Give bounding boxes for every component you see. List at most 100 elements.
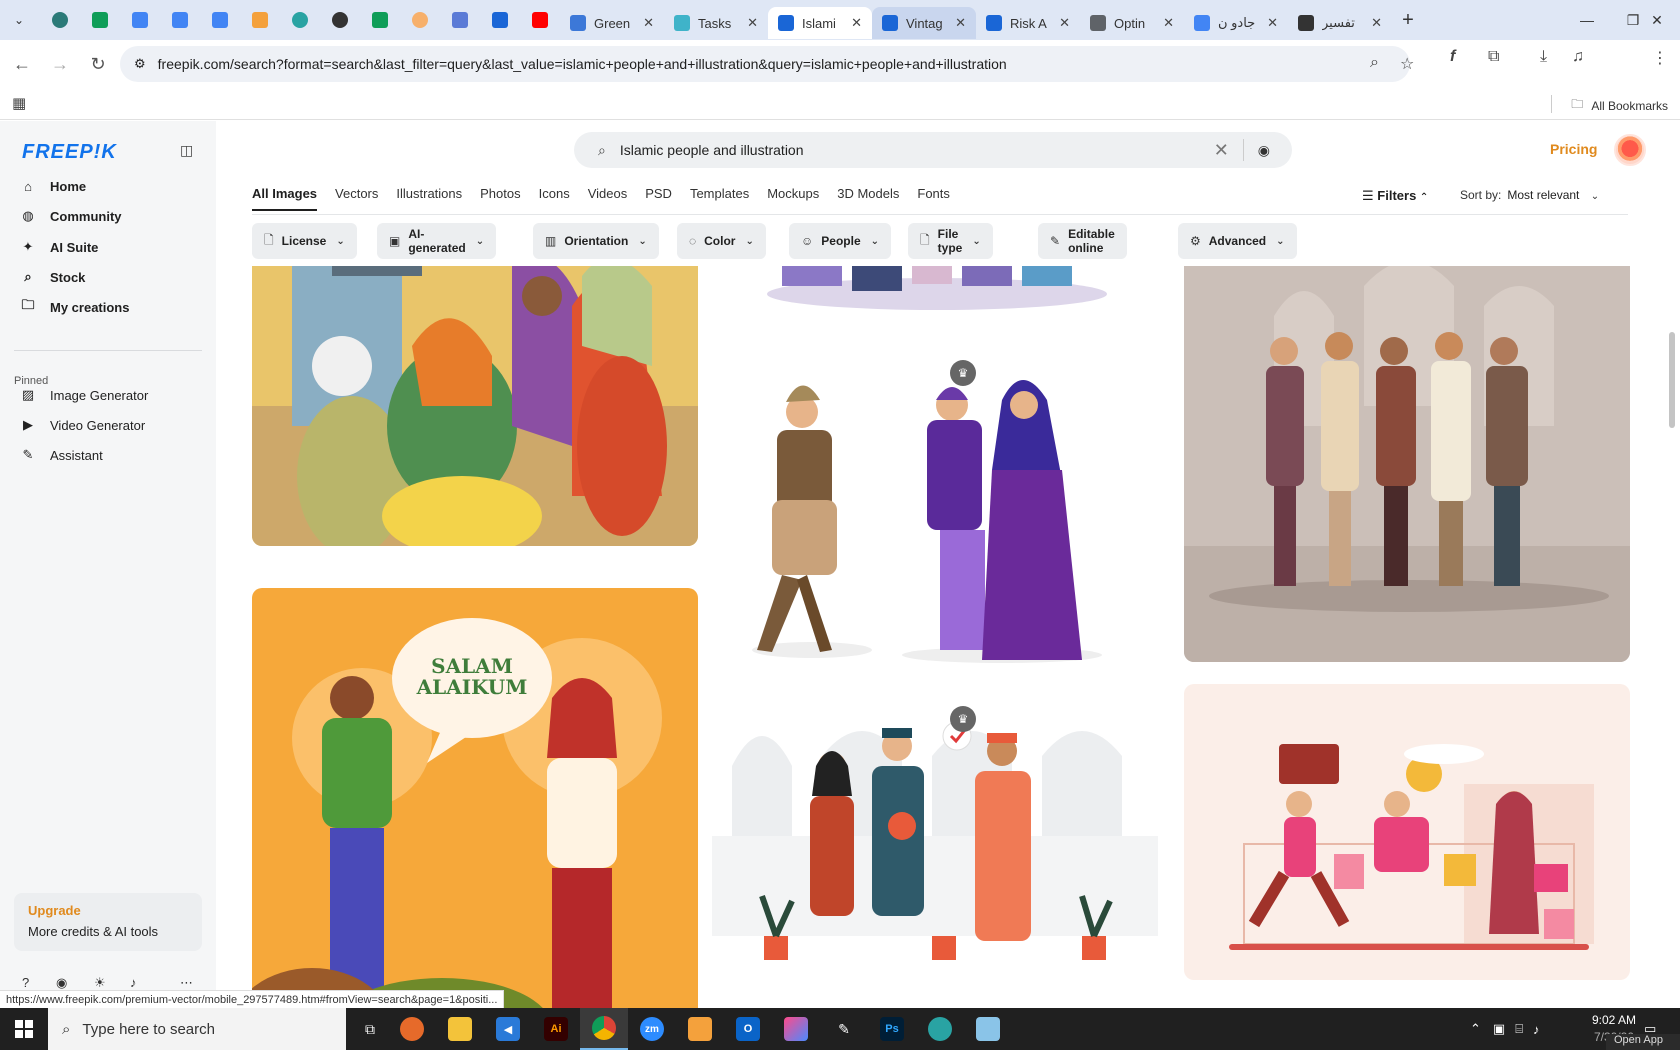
media-control-icon[interactable]: ♫: [1572, 48, 1584, 66]
pinned-tab[interactable]: [80, 0, 120, 40]
tab-photos[interactable]: Photos: [480, 186, 520, 211]
task-view-button[interactable]: ⧉: [346, 1008, 394, 1050]
image-card[interactable]: [252, 266, 698, 546]
pinned-tab[interactable]: [400, 0, 440, 40]
taskbar-vscode[interactable]: ◀: [484, 1008, 532, 1050]
close-tab-icon[interactable]: ✕: [1371, 15, 1382, 31]
close-tab-icon[interactable]: ✕: [1163, 15, 1174, 31]
filter-chip-advanced[interactable]: ⚙ Advanced ⌄: [1178, 223, 1297, 259]
pinned-tab[interactable]: [240, 0, 280, 40]
filter-chip-ai-generated[interactable]: ▣ AI-generated ⌄: [377, 223, 497, 259]
omnibox[interactable]: ⚙ freepik.com/search?format=search&last_…: [120, 46, 1414, 82]
close-tab-icon[interactable]: ✕: [643, 15, 654, 31]
image-card[interactable]: ♛: [712, 706, 1158, 1006]
sidebar-item-my-creations[interactable]: 🗀 My creations: [20, 295, 129, 319]
pinned-tab[interactable]: [200, 0, 240, 40]
sidebar-item-stock[interactable]: ⌕ Stock: [20, 265, 85, 289]
tab-3d-models[interactable]: 3D Models: [837, 186, 899, 211]
taskbar-app[interactable]: [964, 1008, 1012, 1050]
filter-chip-color[interactable]: ◌ Color ⌄: [677, 223, 766, 259]
image-card[interactable]: [1184, 684, 1630, 980]
close-window-button[interactable]: ✕: [1634, 0, 1680, 40]
filter-chip-license[interactable]: 🗋 License ⌄: [252, 223, 357, 259]
discord-icon[interactable]: ◉: [56, 975, 67, 991]
pinned-tab[interactable]: [160, 0, 200, 40]
zoom-icon[interactable]: ⌕: [1370, 54, 1379, 72]
tab-all-images[interactable]: All Images: [252, 186, 318, 211]
browser-tab[interactable]: جادو ن ✕: [1184, 7, 1288, 39]
start-button[interactable]: [0, 1008, 48, 1050]
browser-tab[interactable]: Optin ✕: [1080, 7, 1184, 39]
tab-templates[interactable]: Templates: [690, 186, 749, 211]
upgrade-card[interactable]: Upgrade More credits & AI tools: [14, 893, 202, 951]
minimize-button[interactable]: —: [1564, 0, 1610, 40]
browser-tab[interactable]: Green ✕: [560, 7, 664, 39]
image-card[interactable]: [712, 266, 1158, 316]
new-tab-button[interactable]: +: [1392, 9, 1424, 32]
show-hidden-icons-icon[interactable]: ⌃: [1470, 1021, 1481, 1037]
pinned-tab[interactable]: [40, 0, 80, 40]
user-avatar[interactable]: [1614, 134, 1646, 166]
image-card[interactable]: SALAM ALAIKUM: [252, 588, 698, 1008]
all-bookmarks-button[interactable]: 🗀 All Bookmarks: [1571, 95, 1668, 116]
close-tab-icon[interactable]: ✕: [1267, 15, 1278, 31]
reload-button[interactable]: ↻: [82, 48, 114, 80]
volume-icon[interactable]: ♪: [1533, 1022, 1540, 1037]
filter-chip-file-type[interactable]: 🗋 File type ⌄: [908, 223, 993, 259]
pinned-tab[interactable]: [320, 0, 360, 40]
sidebar-pinned-video-generator[interactable]: ▶ Video Generator: [20, 413, 145, 437]
theme-icon[interactable]: ☀: [94, 975, 106, 991]
pinned-tab[interactable]: [440, 0, 480, 40]
close-tab-icon[interactable]: ✕: [955, 15, 966, 31]
taskbar-outlook[interactable]: O: [724, 1008, 772, 1050]
sidebar-pinned-assistant[interactable]: ✎ Assistant: [20, 443, 103, 467]
more-options-icon[interactable]: ⋯: [180, 975, 193, 991]
pinned-tab[interactable]: [120, 0, 160, 40]
tab-vectors[interactable]: Vectors: [335, 186, 378, 211]
pinned-tab[interactable]: [360, 0, 400, 40]
notification-bell-icon[interactable]: ♪: [130, 975, 137, 990]
taskbar-illustrator[interactable]: Ai: [532, 1008, 580, 1050]
tab-mockups[interactable]: Mockups: [767, 186, 819, 211]
network-icon[interactable]: ⌸: [1515, 1021, 1523, 1037]
extension-icon[interactable]: f: [1450, 48, 1455, 66]
browser-tab[interactable]: تفسير ✕: [1288, 7, 1392, 39]
site-info-icon[interactable]: ⚙: [134, 56, 146, 72]
sidebar-collapse-icon[interactable]: ◫: [180, 142, 193, 159]
tab-icons[interactable]: Icons: [539, 186, 570, 211]
close-tab-icon[interactable]: ✕: [851, 15, 862, 31]
search-input[interactable]: Islamic people and illustration: [620, 142, 1214, 158]
camera-search-icon[interactable]: ◉: [1258, 142, 1270, 159]
browser-tab[interactable]: Risk A ✕: [976, 7, 1080, 39]
extensions-puzzle-icon[interactable]: ⧉: [1488, 48, 1499, 66]
pricing-link[interactable]: Pricing: [1550, 141, 1597, 157]
image-card[interactable]: [1184, 266, 1630, 662]
tab-search-chevron-icon[interactable]: ⌄: [6, 7, 32, 33]
filter-chip-editable-online[interactable]: ✎ Editable online: [1038, 223, 1127, 259]
taskbar-photoshop[interactable]: Ps: [868, 1008, 916, 1050]
help-icon[interactable]: ?: [22, 975, 29, 990]
taskbar-chrome[interactable]: [580, 1008, 628, 1050]
sidebar-item-home[interactable]: ⌂ Home: [20, 174, 86, 198]
filter-chip-people[interactable]: ☺ People ⌄: [789, 223, 892, 259]
taskbar-app[interactable]: [916, 1008, 964, 1050]
scrollbar-thumb[interactable]: [1669, 332, 1675, 428]
download-icon[interactable]: ⤓: [1540, 48, 1547, 66]
taskbar-app[interactable]: [772, 1008, 820, 1050]
browser-tab[interactable]: Vintag ✕: [872, 7, 976, 39]
sidebar-item-ai-suite[interactable]: ✦ AI Suite: [20, 235, 99, 259]
open-app-button[interactable]: Open App: [1606, 1034, 1680, 1050]
browser-tab[interactable]: Tasks ✕: [664, 7, 768, 39]
apps-grid-icon[interactable]: ▦: [12, 94, 26, 112]
forward-button[interactable]: →: [44, 48, 76, 80]
taskbar-app[interactable]: [676, 1008, 724, 1050]
sort-dropdown[interactable]: Sort by: Most relevant ⌄: [1460, 188, 1599, 202]
clear-search-icon[interactable]: ✕: [1214, 140, 1229, 161]
tab-illustrations[interactable]: Illustrations: [396, 186, 462, 211]
taskbar-search[interactable]: ⌕ Type here to search: [48, 1008, 346, 1050]
sidebar-pinned-image-generator[interactable]: ▨ Image Generator: [20, 383, 148, 407]
filter-chip-orientation[interactable]: ▥ Orientation ⌄: [533, 223, 659, 259]
pinned-tab[interactable]: [280, 0, 320, 40]
back-button[interactable]: ←: [6, 48, 38, 80]
browser-menu-icon[interactable]: ⋮: [1652, 48, 1668, 68]
